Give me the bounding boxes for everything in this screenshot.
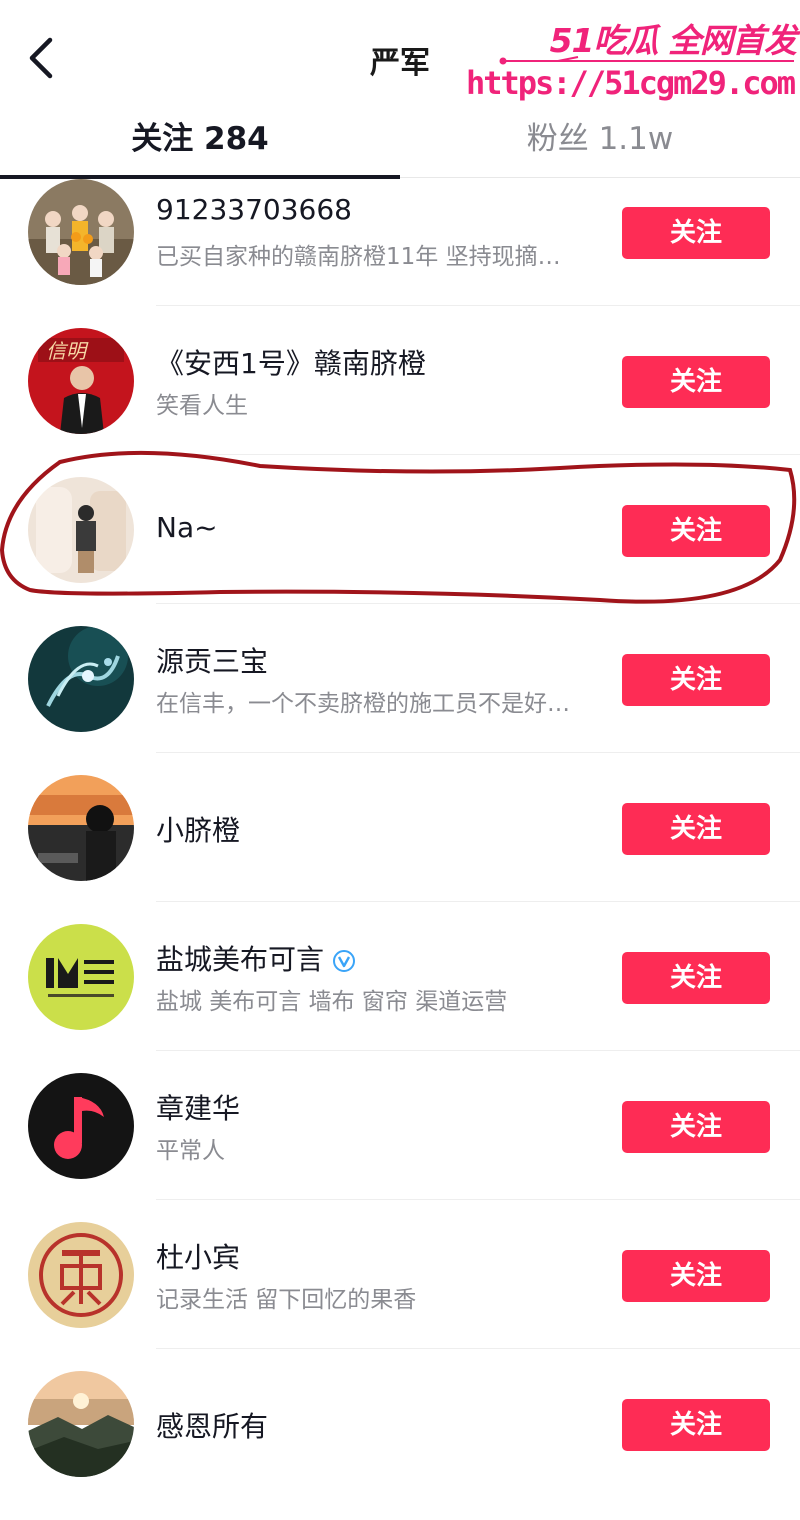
tab-bar: 关注 284 粉丝 1.1w — [0, 115, 800, 181]
user-description: 在信丰，一个不卖脐橙的施工员不是好… — [156, 691, 570, 717]
follow-button[interactable]: 关注 — [622, 654, 770, 706]
user-description: 盐城 美布可言 墙布 窗帘 渠道运营 — [156, 989, 508, 1015]
user-description: 平常人 — [156, 1138, 225, 1164]
divider — [156, 901, 800, 902]
tab-divider — [400, 177, 800, 178]
follow-button[interactable]: 关注 — [622, 803, 770, 855]
divider — [156, 305, 800, 306]
user-name: 91233703668 — [156, 193, 352, 226]
user-description: 笑看人生 — [156, 393, 248, 419]
user-avatar[interactable] — [28, 924, 134, 1030]
user-name: 杜小宾 — [156, 1241, 241, 1274]
watermark-brand: 51吃瓜 全网首发 — [549, 21, 797, 60]
user-avatar[interactable] — [28, 775, 134, 881]
user-avatar[interactable] — [28, 179, 134, 285]
user-avatar[interactable]: 信明 — [28, 328, 134, 434]
svg-text:信明: 信明 — [46, 339, 89, 363]
user-name: 小脐橙 — [156, 814, 241, 847]
tab-fans[interactable]: 粉丝 1.1w — [400, 115, 800, 177]
user-name: 感恩所有 — [156, 1410, 269, 1443]
divider — [156, 1348, 800, 1349]
watermark-url: https://51cgm29.com — [465, 64, 796, 102]
divider — [156, 603, 800, 604]
tab-following[interactable]: 关注 284 — [0, 115, 400, 177]
user-avatar[interactable] — [28, 626, 134, 732]
user-avatar[interactable] — [28, 477, 134, 583]
follow-button[interactable]: 关注 — [622, 207, 770, 259]
follow-button[interactable]: 关注 — [622, 952, 770, 1004]
divider — [156, 1050, 800, 1051]
user-name-text: 盐城美布可言 — [156, 943, 325, 976]
user-avatar[interactable] — [28, 1073, 134, 1179]
divider — [156, 752, 800, 753]
user-name: Na~ — [156, 511, 218, 544]
follow-button[interactable]: 关注 — [622, 505, 770, 557]
user-description: 已买自家种的赣南脐橙11年 坚持现摘… — [156, 244, 561, 270]
user-name: 源贡三宝 — [156, 645, 269, 678]
user-name: 章建华 — [156, 1092, 241, 1125]
user-avatar[interactable] — [28, 1222, 134, 1328]
user-name: 盐城美布可言 — [156, 938, 356, 978]
divider — [156, 1199, 800, 1200]
verified-badge-icon — [333, 950, 356, 972]
follow-button[interactable]: 关注 — [622, 1101, 770, 1153]
follow-button[interactable]: 关注 — [622, 1399, 770, 1451]
follow-button[interactable]: 关注 — [622, 1250, 770, 1302]
user-description: 记录生活 留下回忆的果香 — [156, 1287, 417, 1313]
divider — [156, 454, 800, 455]
user-avatar[interactable] — [28, 1371, 134, 1477]
user-name: 《安西1号》赣南脐橙 — [156, 347, 426, 380]
follow-button[interactable]: 关注 — [622, 356, 770, 408]
list-item[interactable]: 感恩所有 关注 — [0, 1371, 800, 1520]
